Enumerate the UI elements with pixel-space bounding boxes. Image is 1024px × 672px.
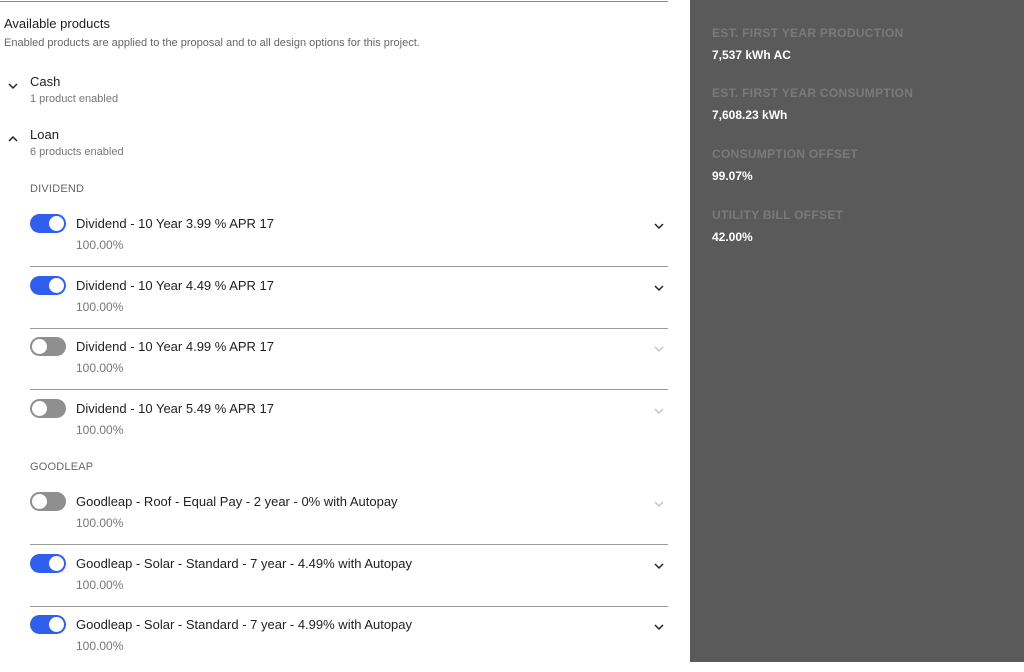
toggle-knob: [49, 216, 64, 231]
chevron-down-icon[interactable]: [653, 282, 665, 294]
toggle-knob: [49, 617, 64, 632]
chevron-up-icon[interactable]: [7, 133, 19, 145]
section-label-dividend: DIVIDEND: [30, 183, 85, 195]
chevron-down-icon[interactable]: [653, 343, 665, 355]
product-row: Goodleap - Solar - Standard - 7 year - 4…: [30, 551, 668, 611]
group-subtitle: 6 products enabled: [30, 146, 124, 158]
product-toggle[interactable]: [30, 399, 66, 419]
product-toggle[interactable]: [30, 615, 66, 634]
group-title: Loan: [30, 127, 59, 142]
product-row: Goodleap - Roof - Equal Pay - 2 year - 0…: [30, 489, 668, 549]
row-divider: [30, 544, 668, 545]
product-title: Dividend - 10 Year 4.99 % APR 17: [76, 339, 275, 355]
product-row: Dividend - 10 Year 4.49 % APR 17 100.00%: [30, 273, 668, 333]
product-title: Goodleap - Solar - Standard - 7 year - 4…: [76, 555, 413, 571]
product-percent: 100.00%: [76, 516, 124, 530]
row-divider: [30, 605, 668, 607]
product-title: Dividend - 10 Year 4.49 % APR 17: [76, 277, 275, 293]
product-toggle[interactable]: [30, 214, 66, 233]
product-title: Dividend - 10 Year 5.49 % APR 17: [76, 401, 275, 417]
toggle-knob: [49, 555, 64, 571]
products-panel: Available products Enabled products are …: [0, 0, 690, 662]
chevron-down-icon[interactable]: [653, 498, 665, 510]
stat-label: EST. FIRST YEAR PRODUCTION: [712, 26, 904, 40]
product-title: Dividend - 10 Year 3.99 % APR 17: [76, 216, 275, 231]
product-row: Dividend - 10 Year 5.49 % APR 17 100.00%: [30, 396, 668, 456]
product-toggle[interactable]: [30, 553, 66, 573]
panel-title: Available products: [4, 16, 110, 31]
stat-value: 7,537 kWh AC: [712, 48, 791, 62]
stat-label: EST. FIRST YEAR CONSUMPTION: [712, 86, 914, 100]
toggle-knob: [32, 339, 47, 355]
toggle-knob: [32, 494, 47, 509]
product-title: Goodleap - Roof - Equal Pay - 2 year - 0…: [76, 494, 398, 509]
product-percent: 100.00%: [76, 423, 124, 438]
product-title: Goodleap - Solar - Standard - 7 year - 4…: [76, 617, 413, 632]
product-toggle[interactable]: [30, 337, 66, 357]
top-divider: [0, 1, 668, 2]
product-percent: 100.00%: [76, 577, 124, 592]
toggle-knob: [32, 401, 47, 417]
stat-block: UTILITY BILL OFFSET 42.00%: [712, 208, 843, 244]
stat-block: EST. FIRST YEAR CONSUMPTION 7,608.23 kWh: [712, 86, 913, 122]
toggle-knob: [49, 277, 64, 293]
product-toggle[interactable]: [30, 492, 66, 511]
product-row: Dividend - 10 Year 4.99 % APR 17 100.00%: [30, 334, 668, 394]
product-percent: 100.00%: [76, 639, 124, 653]
stat-value: 99.07%: [712, 169, 753, 183]
group-title: Cash: [30, 74, 61, 89]
product-row: Dividend - 10 Year 3.99 % APR 17 100.00%: [30, 211, 668, 271]
row-divider: [30, 389, 668, 391]
product-percent: 100.00%: [76, 238, 124, 252]
stat-label: UTILITY BILL OFFSET: [712, 208, 844, 222]
group-subtitle: 1 product enabled: [30, 93, 119, 105]
group-cash[interactable]: Cash 1 product enabled: [0, 74, 300, 110]
stat-block: EST. FIRST YEAR PRODUCTION 7,537 kWh AC: [712, 26, 904, 62]
chevron-down-icon[interactable]: [653, 560, 665, 572]
row-divider: [30, 266, 668, 267]
product-percent: 100.00%: [76, 299, 124, 314]
chevron-down-icon[interactable]: [653, 621, 665, 633]
stat-value: 7,608.23 kWh: [712, 108, 788, 122]
stat-label: CONSUMPTION OFFSET: [712, 147, 859, 161]
row-divider: [30, 327, 668, 329]
panel-subtitle: Enabled products are applied to the prop…: [4, 37, 420, 49]
chevron-down-icon[interactable]: [7, 80, 19, 92]
product-percent: 100.00%: [76, 361, 124, 376]
group-loan[interactable]: Loan 6 products enabled: [0, 127, 300, 163]
product-toggle[interactable]: [30, 275, 66, 295]
section-label-goodleap: GOODLEAP: [30, 461, 94, 473]
product-row: Goodleap - Solar - Standard - 7 year - 4…: [30, 612, 668, 672]
stat-value: 42.00%: [712, 230, 753, 244]
chevron-down-icon[interactable]: [653, 405, 665, 417]
chevron-down-icon[interactable]: [653, 220, 665, 232]
stat-block: CONSUMPTION OFFSET 99.07%: [712, 147, 858, 183]
